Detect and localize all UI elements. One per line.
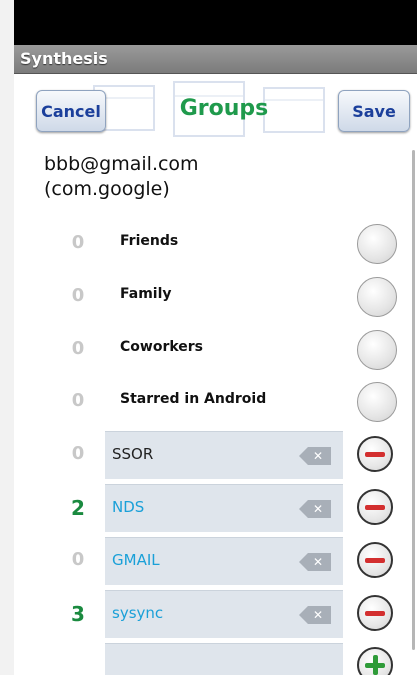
group-name: Coworkers (120, 339, 204, 355)
minus-circle-icon[interactable] (357, 489, 393, 525)
group-name-field[interactable]: NDS ✕ (105, 484, 343, 532)
group-name-field[interactable]: sysync ✕ (105, 590, 343, 638)
group-name: Starred in Android (120, 391, 267, 407)
app-window: Synthesis Cancel Groups Save bbb@gmail.c… (14, 0, 417, 675)
group-count: 2 (71, 496, 85, 520)
group-count: 0 (71, 338, 85, 359)
group-name-value: GMAIL (112, 551, 160, 569)
group-name-value: sysync (112, 604, 164, 622)
minus-circle-icon[interactable] (357, 542, 393, 578)
backspace-icon[interactable]: ✕ (299, 606, 331, 624)
group-name: Friends (120, 233, 179, 249)
empty-circle-icon[interactable] (357, 382, 397, 422)
group-name-value: NDS (112, 498, 145, 516)
group-count: 0 (71, 285, 85, 306)
header: Cancel Groups Save (14, 74, 417, 146)
group-row-gmail: 0 GMAIL ✕ (14, 537, 417, 585)
save-button[interactable]: Save (338, 90, 410, 132)
backspace-icon[interactable]: ✕ (299, 553, 331, 571)
group-row-sysync: 3 sysync ✕ (14, 590, 417, 638)
plus-circle-icon[interactable] (357, 647, 393, 675)
empty-circle-icon[interactable] (357, 224, 397, 264)
account-email: bbb@gmail.com (44, 153, 199, 175)
group-count: 0 (71, 232, 85, 253)
backspace-icon[interactable]: ✕ (299, 500, 331, 518)
group-row-starred: 0 Starred in Android (14, 378, 417, 424)
group-row-ssor: 0 SSOR ✕ (14, 431, 417, 479)
account-type: (com.google) (44, 178, 170, 200)
group-name: Family (120, 286, 172, 302)
minus-circle-icon[interactable] (357, 595, 393, 631)
status-bar (14, 0, 417, 45)
title-bar: Synthesis (14, 45, 417, 74)
empty-circle-icon[interactable] (357, 277, 397, 317)
cancel-button[interactable]: Cancel (36, 90, 106, 132)
group-count: 0 (71, 549, 85, 570)
group-name-field[interactable]: SSOR ✕ (105, 431, 343, 479)
group-count: 3 (71, 602, 85, 626)
new-group-field[interactable] (105, 643, 343, 675)
group-name-value: SSOR (112, 445, 154, 463)
group-row-family: 0 Family (14, 273, 417, 319)
group-count: 0 (71, 443, 85, 464)
group-row-nds: 2 NDS ✕ (14, 484, 417, 532)
app-title: Synthesis (20, 49, 108, 68)
empty-circle-icon[interactable] (357, 330, 397, 370)
backspace-icon[interactable]: ✕ (299, 447, 331, 465)
group-count: 0 (71, 390, 85, 411)
group-row-coworkers: 0 Coworkers (14, 326, 417, 372)
group-row-friends: 0 Friends (14, 220, 417, 266)
minus-circle-icon[interactable] (357, 436, 393, 472)
new-group-row (14, 643, 417, 675)
page-title: Groups (179, 96, 269, 121)
account-label: bbb@gmail.com (com.google) (44, 152, 199, 202)
group-name-field[interactable]: GMAIL ✕ (105, 537, 343, 585)
